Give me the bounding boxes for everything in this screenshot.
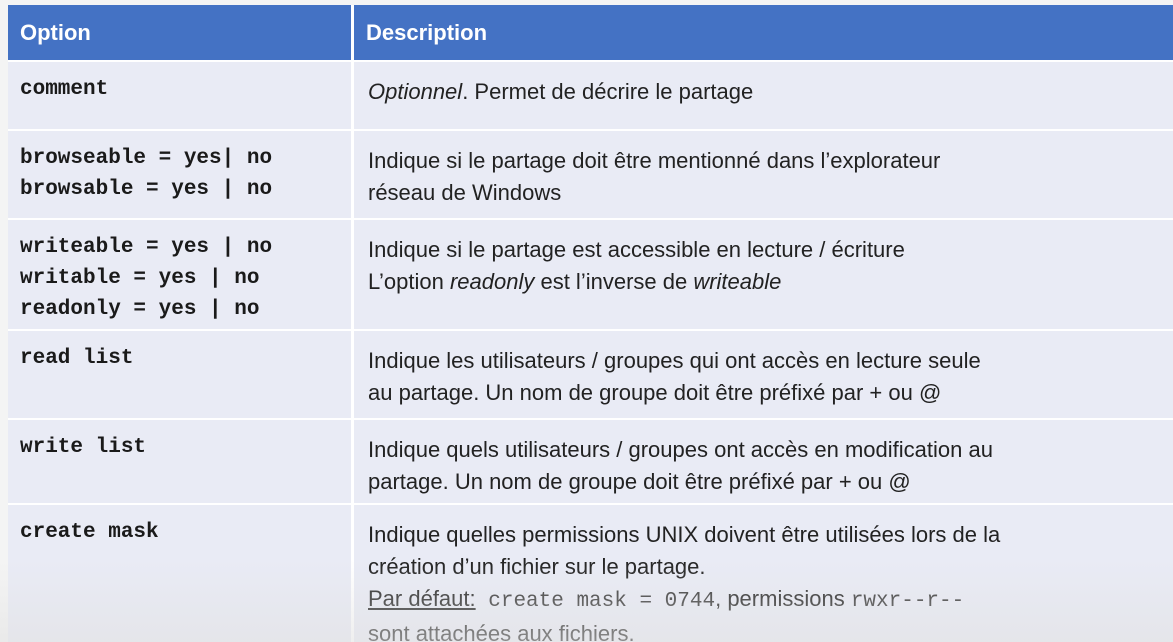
option-name: readonly = yes | no <box>20 298 260 321</box>
option-name: comment <box>20 78 109 101</box>
description-line: Indique les utilisateurs / groupes qui o… <box>368 348 981 373</box>
options-table: Option Description comment Optionnel. Pe… <box>8 5 1173 642</box>
table-row: create mask Indique quelles permissions … <box>8 503 1173 642</box>
description-line: L’option readonly est l’inverse de write… <box>368 266 1163 298</box>
header-description: Description <box>354 5 1173 60</box>
table-row: writeable = yes | no writable = yes | no… <box>8 218 1173 329</box>
description-cell: Indique quelles permissions UNIX doivent… <box>354 503 1173 642</box>
option-name: create mask <box>20 521 159 544</box>
description-cell: Indique les utilisateurs / groupes qui o… <box>354 329 1173 418</box>
option-cell: browseable = yes| no browsable = yes | n… <box>8 129 354 218</box>
slide: Option Description comment Optionnel. Pe… <box>0 0 1173 642</box>
table-row: read list Indique les utilisateurs / gro… <box>8 329 1173 418</box>
table-row: write list Indique quels utilisateurs / … <box>8 418 1173 503</box>
description-cell: Indique quels utilisateurs / groupes ont… <box>354 418 1173 503</box>
option-cell: write list <box>8 418 354 503</box>
option-cell: create mask <box>8 503 354 642</box>
option-cell: writeable = yes | no writable = yes | no… <box>8 218 354 329</box>
description-line: Indique quelles permissions UNIX doivent… <box>368 522 1001 547</box>
description-line: au partage. Un nom de groupe doit être p… <box>368 380 942 405</box>
description-line: Par défaut: create mask = 0744, permissi… <box>368 583 1163 618</box>
description-text: , permissions <box>715 586 851 611</box>
option-name: writeable = yes | no <box>20 236 273 259</box>
description-line: réseau de Windows <box>368 180 562 205</box>
description-line: sont attachées aux fichiers. <box>368 621 635 642</box>
description-line: création d’un fichier sur le partage. <box>368 554 706 579</box>
description-line: partage. Un nom de groupe doit être préf… <box>368 469 911 494</box>
option-cell: comment <box>8 60 354 129</box>
description-text: L’option <box>368 269 450 294</box>
italic-term: readonly <box>449 269 535 294</box>
option-name: read list <box>20 347 134 370</box>
italic-term: Optionnel <box>368 79 463 104</box>
option-cell: read list <box>8 329 354 418</box>
description-cell: Indique si le partage est accessible en … <box>354 218 1173 329</box>
table-row: comment Optionnel. Permet de décrire le … <box>8 60 1173 129</box>
option-name: write list <box>20 436 147 459</box>
italic-term: writeable <box>693 269 782 294</box>
default-code: create mask = 0744 <box>475 590 716 613</box>
description-cell: Indique si le partage doit être mentionn… <box>354 129 1173 218</box>
description-line: Indique si le partage doit être mentionn… <box>368 148 941 173</box>
description-line: Indique si le partage est accessible en … <box>368 237 905 262</box>
table-header-row: Option Description <box>8 5 1173 60</box>
description-line: Optionnel. Permet de décrire le partage <box>368 76 1163 108</box>
option-name: writable = yes | no <box>20 267 260 290</box>
option-name: browseable = yes| no <box>20 147 273 170</box>
table-row: browseable = yes| no browsable = yes | n… <box>8 129 1173 218</box>
default-label: Par défaut: <box>368 586 476 611</box>
description-text: est l’inverse de <box>534 269 694 294</box>
description-text: . Permet de décrire le partage <box>462 79 754 104</box>
option-name: browsable = yes | no <box>20 178 273 201</box>
header-option: Option <box>8 5 354 60</box>
permission-code: rwxr--r-- <box>850 590 965 613</box>
description-cell: Optionnel. Permet de décrire le partage <box>354 60 1173 129</box>
description-line: Indique quels utilisateurs / groupes ont… <box>368 437 993 462</box>
